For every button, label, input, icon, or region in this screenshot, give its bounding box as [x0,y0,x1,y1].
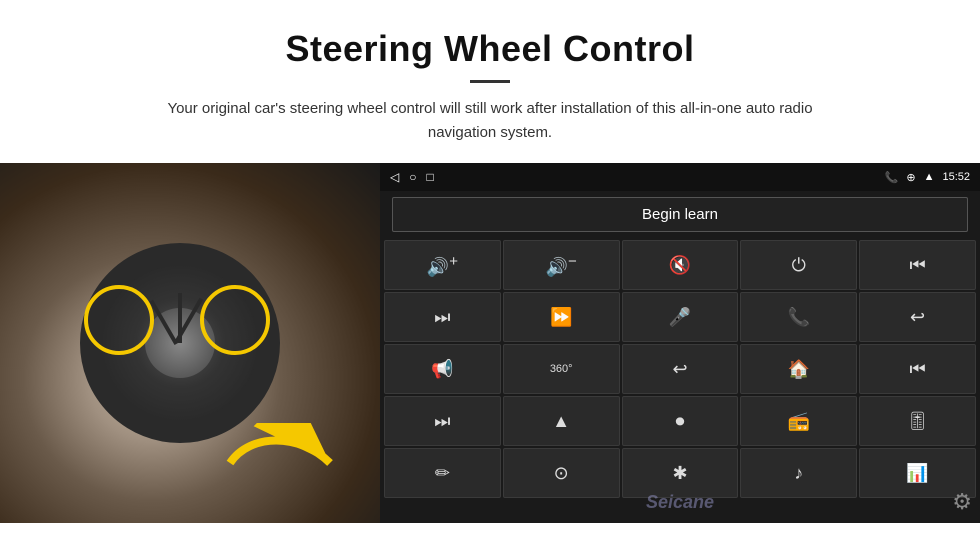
mute-button[interactable]: 🔇 [622,240,739,290]
eq-icon: 🎚 [906,411,929,432]
custom1-icon: ✏ [435,463,450,484]
subtitle-text: Your original car's steering wheel contr… [140,97,840,145]
source-button[interactable]: ⏺ [622,396,739,446]
content-section: ◁ ○ □ 📞 ⊕ ▲ 15:52 Begin learn 🔊+ � [0,163,980,523]
prev-track-button[interactable]: ⏮ [859,344,976,394]
back-button[interactable]: ↩ [622,344,739,394]
custom2-button[interactable]: ⊙ [503,448,620,498]
radio-button[interactable]: 📻 [740,396,857,446]
mic-button[interactable]: 🎤 [622,292,739,342]
back-icon: ↩ [672,359,687,380]
call-button[interactable]: 📞 [740,292,857,342]
next-track-button[interactable]: ⏭ [384,292,501,342]
phone-status-icon: 📞 [885,171,899,184]
mic-icon: 🎤 [669,307,691,328]
skip-next-icon: ⏭ [434,411,450,432]
vol-up-button[interactable]: 🔊+ [384,240,501,290]
power-button[interactable]: ⏻ [740,240,857,290]
music-icon: ♪ [794,463,803,484]
page-title: Steering Wheel Control [60,28,920,70]
time-display: 15:52 [942,171,970,183]
cam360-button[interactable]: 360° [503,344,620,394]
horn-button[interactable]: 📢 [384,344,501,394]
status-bar-left: ◁ ○ □ [390,170,434,184]
location-status-icon: ⊕ [906,171,915,184]
gear-icon: ⚙ [952,489,972,514]
controls-grid: 🔊+ 🔊− 🔇 ⏻ ⏮ ⏭ ⏩ 🎤 📞 ↩ 📢 360° ↩ 🏠 ⏮ ⏭ [380,238,980,500]
radio-icon: 📻 [788,411,810,432]
power-icon: ⏻ [792,255,806,276]
prev-track-icon: ⏮ [909,359,925,380]
hang-up-icon: ↩ [910,307,925,328]
home-nav-icon[interactable]: ○ [409,170,416,184]
bluetooth-icon: ✱ [672,463,687,484]
custom2-icon: ⊙ [554,463,569,484]
back-nav-icon[interactable]: ◁ [390,170,399,184]
steering-wheel-image [0,163,380,523]
highlight-circle-right [200,285,270,355]
bluetooth-button[interactable]: ✱ [622,448,739,498]
source-icon: ⏺ [675,411,684,432]
settings-button[interactable]: ⚙ [952,489,972,515]
custom1-button[interactable]: ✏ [384,448,501,498]
cam360-icon: 360° [550,363,573,375]
title-divider [470,80,510,83]
fast-forward-button[interactable]: ⏩ [503,292,620,342]
android-screen: ◁ ○ □ 📞 ⊕ ▲ 15:52 Begin learn 🔊+ � [380,163,980,523]
music-button[interactable]: ♪ [740,448,857,498]
vol-down-icon: 🔊− [546,253,577,278]
nav-button[interactable]: ▲ [503,396,620,446]
equalizer-icon: 📊 [906,463,928,484]
begin-learn-button[interactable]: Begin learn [392,197,968,232]
horn-icon: 📢 [431,359,453,380]
eq-button[interactable]: 🎚 [859,396,976,446]
hang-up-button[interactable]: ↩ [859,292,976,342]
mute-icon: 🔇 [669,255,691,276]
page-container: Steering Wheel Control Your original car… [0,0,980,523]
home-icon: 🏠 [788,359,810,380]
header-section: Steering Wheel Control Your original car… [0,0,980,163]
highlight-circle-left [84,285,154,355]
status-bar-right: 📞 ⊕ ▲ 15:52 [885,171,970,184]
prev-skip-button[interactable]: ⏮ [859,240,976,290]
call-icon: 📞 [788,307,810,328]
prev-skip-icon: ⏮ [909,255,925,276]
wifi-status-icon: ▲ [924,171,935,183]
fast-forward-icon: ⏩ [550,307,572,328]
nav-icon: ▲ [552,411,570,432]
arrow-container [220,423,340,503]
home-button[interactable]: 🏠 [740,344,857,394]
status-bar: ◁ ○ □ 📞 ⊕ ▲ 15:52 [380,163,980,191]
recents-nav-icon[interactable]: □ [426,170,433,184]
vol-down-button[interactable]: 🔊− [503,240,620,290]
yellow-arrow-icon [220,423,340,503]
skip-next-button[interactable]: ⏭ [384,396,501,446]
next-track-icon: ⏭ [434,307,450,328]
begin-learn-bar: Begin learn [380,191,980,238]
vol-up-icon: 🔊+ [427,253,458,278]
